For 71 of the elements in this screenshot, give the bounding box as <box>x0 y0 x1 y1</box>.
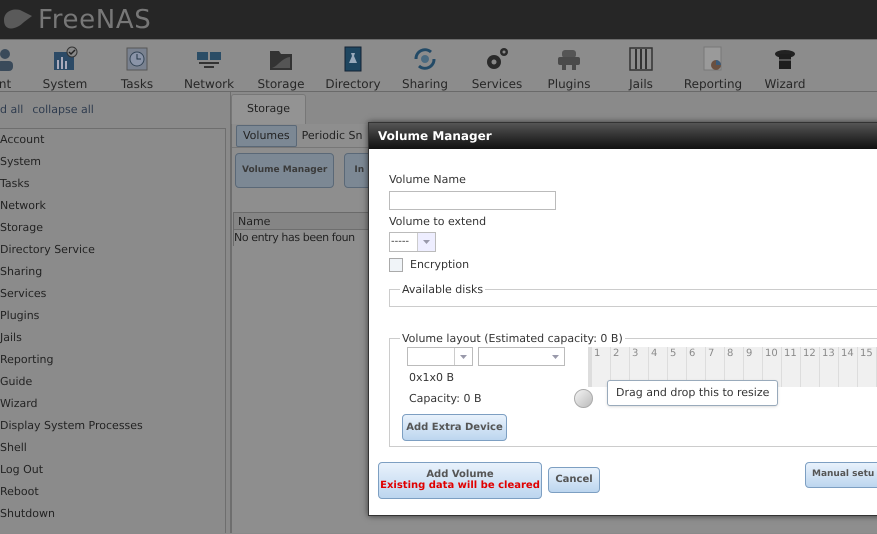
manual-setup-button[interactable]: Manual setu <box>805 462 877 488</box>
toolbar-item[interactable]: Plugins <box>533 46 605 91</box>
add-extra-device-button[interactable]: Add Extra Device <box>402 414 507 441</box>
gears-icon <box>484 46 510 72</box>
sidebar-item[interactable]: Storage <box>0 217 44 239</box>
sidebar-item[interactable]: Shutdown <box>0 503 55 525</box>
sidebar-item[interactable]: System <box>0 151 42 173</box>
sidebar-item[interactable]: Account <box>0 129 44 151</box>
sidebar-item[interactable]: Tasks <box>0 173 30 195</box>
sidebar-item[interactable]: Guide <box>0 371 32 393</box>
sidebar-item[interactable]: Log Out <box>0 459 44 481</box>
disk-column: 11 <box>782 347 801 387</box>
field-label: Volume Name <box>389 172 467 188</box>
tab[interactable]: Storage <box>231 94 306 124</box>
toolbar-item[interactable]: System <box>29 46 101 91</box>
sidebar-item[interactable]: Display System Processes <box>0 415 143 437</box>
sidebar-item[interactable]: Shell <box>0 437 27 459</box>
checkbox-label: Encryption <box>410 257 470 273</box>
sidebar-item[interactable]: Wizard <box>0 393 38 415</box>
layout-capacity: Capacity: 0 B <box>409 390 482 406</box>
caret-icon <box>552 354 558 358</box>
resize-handle[interactable] <box>574 389 593 408</box>
sidebar-item[interactable]: Services <box>0 283 46 305</box>
sync-icon <box>412 46 438 72</box>
clock-icon <box>124 46 150 72</box>
sidebar-item[interactable]: Reboot <box>0 481 39 503</box>
toolbar-item[interactable]: Storage <box>245 46 317 91</box>
layout-select[interactable] <box>407 347 473 366</box>
toolbar-item[interactable]: Tasks <box>101 46 173 91</box>
caret-icon <box>423 240 430 244</box>
tree-control-link[interactable]: collapse all <box>32 102 94 119</box>
bars-icon <box>628 46 654 72</box>
toolbar-item[interactable]: Services <box>461 46 533 91</box>
logo-icon <box>4 8 32 32</box>
action-button[interactable]: Volume Manager <box>235 153 334 188</box>
toolbar-item[interactable]: Sharing <box>389 46 461 91</box>
volume-name-field[interactable] <box>389 190 556 210</box>
layout-select[interactable] <box>478 347 565 366</box>
volume-select[interactable]: ----- <box>389 232 436 252</box>
available-disks-group: Available disks <box>389 282 877 306</box>
caret-icon <box>460 354 467 358</box>
sidebar-item[interactable]: Sharing <box>0 261 42 283</box>
encryption-checkbox[interactable] <box>389 258 403 272</box>
sidebar-item[interactable]: Directory Service <box>0 239 95 261</box>
toolbar-item[interactable]: nt <box>0 46 29 91</box>
resize-tooltip: Drag and drop this to resize <box>607 380 778 406</box>
chart-icon <box>52 46 78 72</box>
toolbar-item[interactable]: Directory <box>317 46 389 91</box>
subtab[interactable]: Volumes <box>236 125 297 147</box>
add-volume-button[interactable]: Add Volume Existing data will be cleared <box>378 462 542 498</box>
toolbar-item[interactable]: Jails <box>605 46 677 91</box>
toolbar-item[interactable]: Reporting <box>677 46 749 91</box>
disk-column: 15 <box>858 347 877 387</box>
disk-column: 13 <box>820 347 839 387</box>
sidebar-item[interactable]: Reporting <box>0 349 54 371</box>
subtab[interactable]: Periodic Sn <box>302 126 363 146</box>
toolbar-item[interactable]: Wizard <box>749 46 821 91</box>
sidebar-item[interactable]: Network <box>0 195 46 217</box>
dialog-title: Volume Manager <box>369 123 877 149</box>
volume-layout-group: Volume layout (Estimated capacity: 0 B) 0x1x0 B Capacity: 0 B Add Extra Device 1 2 3 4 5 6 7 8 9 10 11 12 13 14 15 Drag and drop this to resize <box>389 330 877 446</box>
cancel-button[interactable]: Cancel <box>548 466 600 492</box>
sidebar-item[interactable]: Plugins <box>0 305 40 327</box>
logo-text: FreeNAS <box>38 4 152 34</box>
field-label: Volume to extend <box>389 214 488 230</box>
layout-size: 0x1x0 B <box>409 370 454 386</box>
warning-text: Existing data will be cleared <box>380 480 540 491</box>
empty-message: No entry has been foun <box>234 230 355 246</box>
disk-column: 14 <box>839 347 858 387</box>
toolbar-item[interactable]: Network <box>173 46 245 91</box>
tree-control-link[interactable]: d all <box>0 102 24 119</box>
disk-column: 12 <box>801 347 820 387</box>
